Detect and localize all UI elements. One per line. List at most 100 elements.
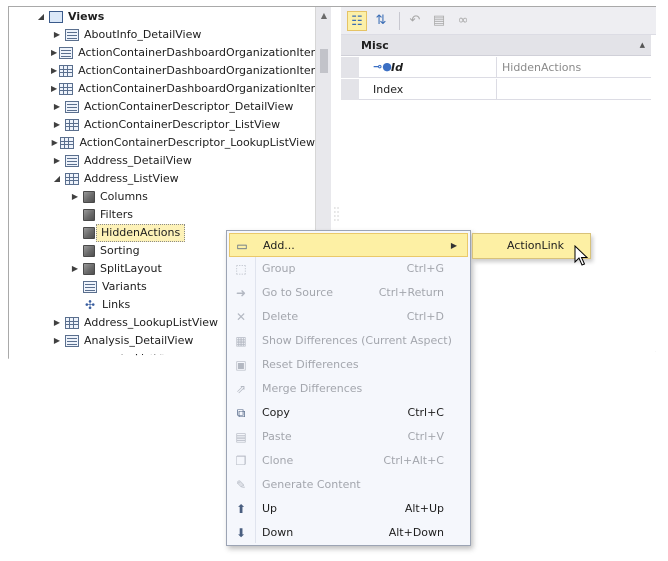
menu-item-label: Up (262, 502, 278, 515)
tree-node[interactable]: ▶ AboutInfo_DetailView (9, 26, 315, 44)
tree-node-label: ActionContainerDescriptor_DetailView (84, 100, 294, 113)
tree-node[interactable]: ▶ ActionContainerDescriptor_ListView (9, 116, 315, 134)
tree-node-label: Filters (100, 208, 133, 221)
categorized-icon[interactable]: ☷ (347, 11, 367, 31)
copy-icon[interactable]: ▤ (429, 11, 449, 31)
property-row-index[interactable]: Index (341, 79, 651, 100)
row-gutter (341, 57, 359, 78)
tree-node[interactable]: ▶ ActionContainerDashboardOrganizationIt… (9, 62, 315, 80)
cube-icon (83, 227, 95, 239)
views-folder-icon (49, 11, 63, 23)
tree-node[interactable]: ▶ Address_DetailView (9, 152, 315, 170)
undo-icon[interactable]: ↶ (405, 11, 425, 31)
add-icon: ▭ (236, 239, 248, 253)
tree-node[interactable]: ▶ ActionContainerDescriptor_LookupListVi… (9, 134, 315, 152)
submenu-item-action-link[interactable]: ActionLink (507, 234, 564, 258)
tree-node[interactable]: ▶ Columns (9, 188, 315, 206)
menu-item-label: Paste (262, 430, 292, 443)
tree-node-label: Links (102, 298, 131, 311)
collapsed-arrow-icon[interactable]: ▶ (51, 80, 57, 98)
tree-node-label: AboutInfo_DetailView (84, 28, 202, 41)
tree-node[interactable]: ▶ ActionContainerDashboardOrganizationIt… (9, 80, 315, 98)
tree-node-label: Analysis_DetailView (84, 334, 194, 347)
row-gutter (341, 79, 359, 100)
tree-node-label: SplitLayout (100, 262, 162, 275)
reset-differences-icon: ▣ (235, 358, 247, 372)
scrollbar-thumb[interactable] (320, 49, 328, 73)
merge-differences-icon: ⇗ (235, 382, 247, 396)
up-icon: ⬆ (235, 502, 247, 516)
menu-item-label: Go to Source (262, 286, 334, 299)
collapsed-arrow-icon[interactable]: ▶ (51, 134, 58, 152)
menu-item-up[interactable]: ⬆ Up Alt+Up (229, 497, 468, 521)
menu-item-label: Clone (262, 454, 294, 467)
tree-node[interactable]: Filters (9, 206, 315, 224)
tree-node-views[interactable]: ◢ Views (9, 8, 315, 26)
tree-node-label: Analysis_ListView (84, 352, 181, 365)
collapsed-arrow-icon[interactable]: ▶ (51, 350, 63, 359)
menu-item-down[interactable]: ⬇ Down Alt+Down (229, 521, 468, 545)
tree-node-label: Address_LookupListView (84, 316, 219, 329)
expanded-arrow-icon[interactable]: ◢ (51, 170, 63, 188)
property-value[interactable] (498, 79, 651, 100)
menu-item-go-to-source[interactable]: ➜ Go to Source Ctrl+Return (229, 281, 468, 305)
menu-item-group[interactable]: ⬚ Group Ctrl+G (229, 257, 468, 281)
clone-icon: ❐ (235, 454, 247, 468)
cube-icon (83, 263, 95, 275)
link-icon[interactable]: ∞ (453, 11, 473, 31)
paste-icon: ▤ (235, 430, 247, 444)
collapsed-arrow-icon[interactable]: ▶ (51, 62, 57, 80)
tree-node-label: ActionContainerDashboardOrganizationItem… (78, 46, 315, 59)
menu-item-clone[interactable]: ❐ Clone Ctrl+Alt+C (229, 449, 468, 473)
tree-node[interactable]: ▶ ActionContainerDescriptor_DetailView (9, 98, 315, 116)
context-menu: ▭ Add... ▶ ⬚ Group Ctrl+G ➜ Go to Source… (226, 230, 471, 546)
collapsed-arrow-icon[interactable]: ▶ (51, 44, 57, 62)
menu-item-delete[interactable]: ✕ Delete Ctrl+D (229, 305, 468, 329)
collapsed-arrow-icon[interactable]: ▶ (51, 332, 63, 350)
tree-node-label: Variants (102, 280, 147, 293)
tree-node-label: HiddenActions (96, 224, 186, 242)
copy-icon: ⧉ (236, 406, 246, 420)
list-view-icon (65, 317, 79, 329)
list-view-icon (59, 83, 74, 95)
menu-item-label: Reset Differences (262, 358, 359, 371)
expanded-arrow-icon[interactable]: ◢ (35, 8, 47, 26)
alphabetical-icon[interactable]: ⇅ (371, 11, 391, 31)
collapse-caret-icon[interactable]: ▲ (640, 35, 645, 56)
tree-node[interactable]: ◢ Address_ListView (9, 170, 315, 188)
menu-item-shortcut: Alt+Down (388, 526, 444, 539)
cube-icon (83, 209, 95, 221)
tree-node-label: Address_DetailView (84, 154, 192, 167)
property-name: ⊸● Id (359, 57, 497, 78)
menu-item-shortcut: Ctrl+C (407, 406, 444, 419)
scroll-up-arrow-icon[interactable]: ▲ (316, 9, 332, 23)
menu-item-add[interactable]: ▭ Add... ▶ (229, 233, 468, 257)
menu-item-reset-differences[interactable]: ▣ Reset Differences (229, 353, 468, 377)
menu-item-merge-differences[interactable]: ⇗ Merge Differences (229, 377, 468, 401)
tree-node[interactable]: ▶ ActionContainerDashboardOrganizationIt… (9, 44, 315, 62)
collapsed-arrow-icon[interactable]: ▶ (51, 314, 63, 332)
menu-item-show-differences[interactable]: ▦ Show Differences (Current Aspect) (229, 329, 468, 353)
collapsed-arrow-icon[interactable]: ▶ (51, 26, 63, 44)
menu-item-generate-content[interactable]: ✎ Generate Content (229, 473, 468, 497)
menu-item-shortcut: Ctrl+Return (378, 286, 444, 299)
collapsed-arrow-icon[interactable]: ▶ (69, 260, 81, 278)
menu-item-shortcut: Ctrl+Alt+C (383, 454, 444, 467)
menu-item-label: Delete (262, 310, 299, 323)
category-row[interactable]: Misc ▲ (341, 35, 651, 56)
property-value[interactable]: HiddenActions (498, 57, 651, 78)
menu-item-paste[interactable]: ▤ Paste Ctrl+V (229, 425, 468, 449)
collapsed-arrow-icon[interactable]: ▶ (51, 98, 63, 116)
menu-item-copy[interactable]: ⧉ Copy Ctrl+C (229, 401, 468, 425)
tree-node-label: Sorting (100, 244, 140, 257)
collapsed-arrow-icon[interactable]: ▶ (51, 116, 63, 134)
property-row-id[interactable]: ⊸● Id HiddenActions (341, 57, 651, 78)
collapsed-arrow-icon[interactable]: ▶ (69, 188, 81, 206)
splitter-grip-icon[interactable]: · · · · · · · · (332, 205, 340, 225)
collapsed-arrow-icon[interactable]: ▶ (51, 152, 63, 170)
list-view-icon (59, 65, 74, 77)
menu-item-label: Group (262, 262, 296, 275)
down-icon: ⬇ (235, 526, 247, 540)
tree-node-label: Columns (100, 190, 148, 203)
tree-node-label: Address_ListView (84, 172, 179, 185)
